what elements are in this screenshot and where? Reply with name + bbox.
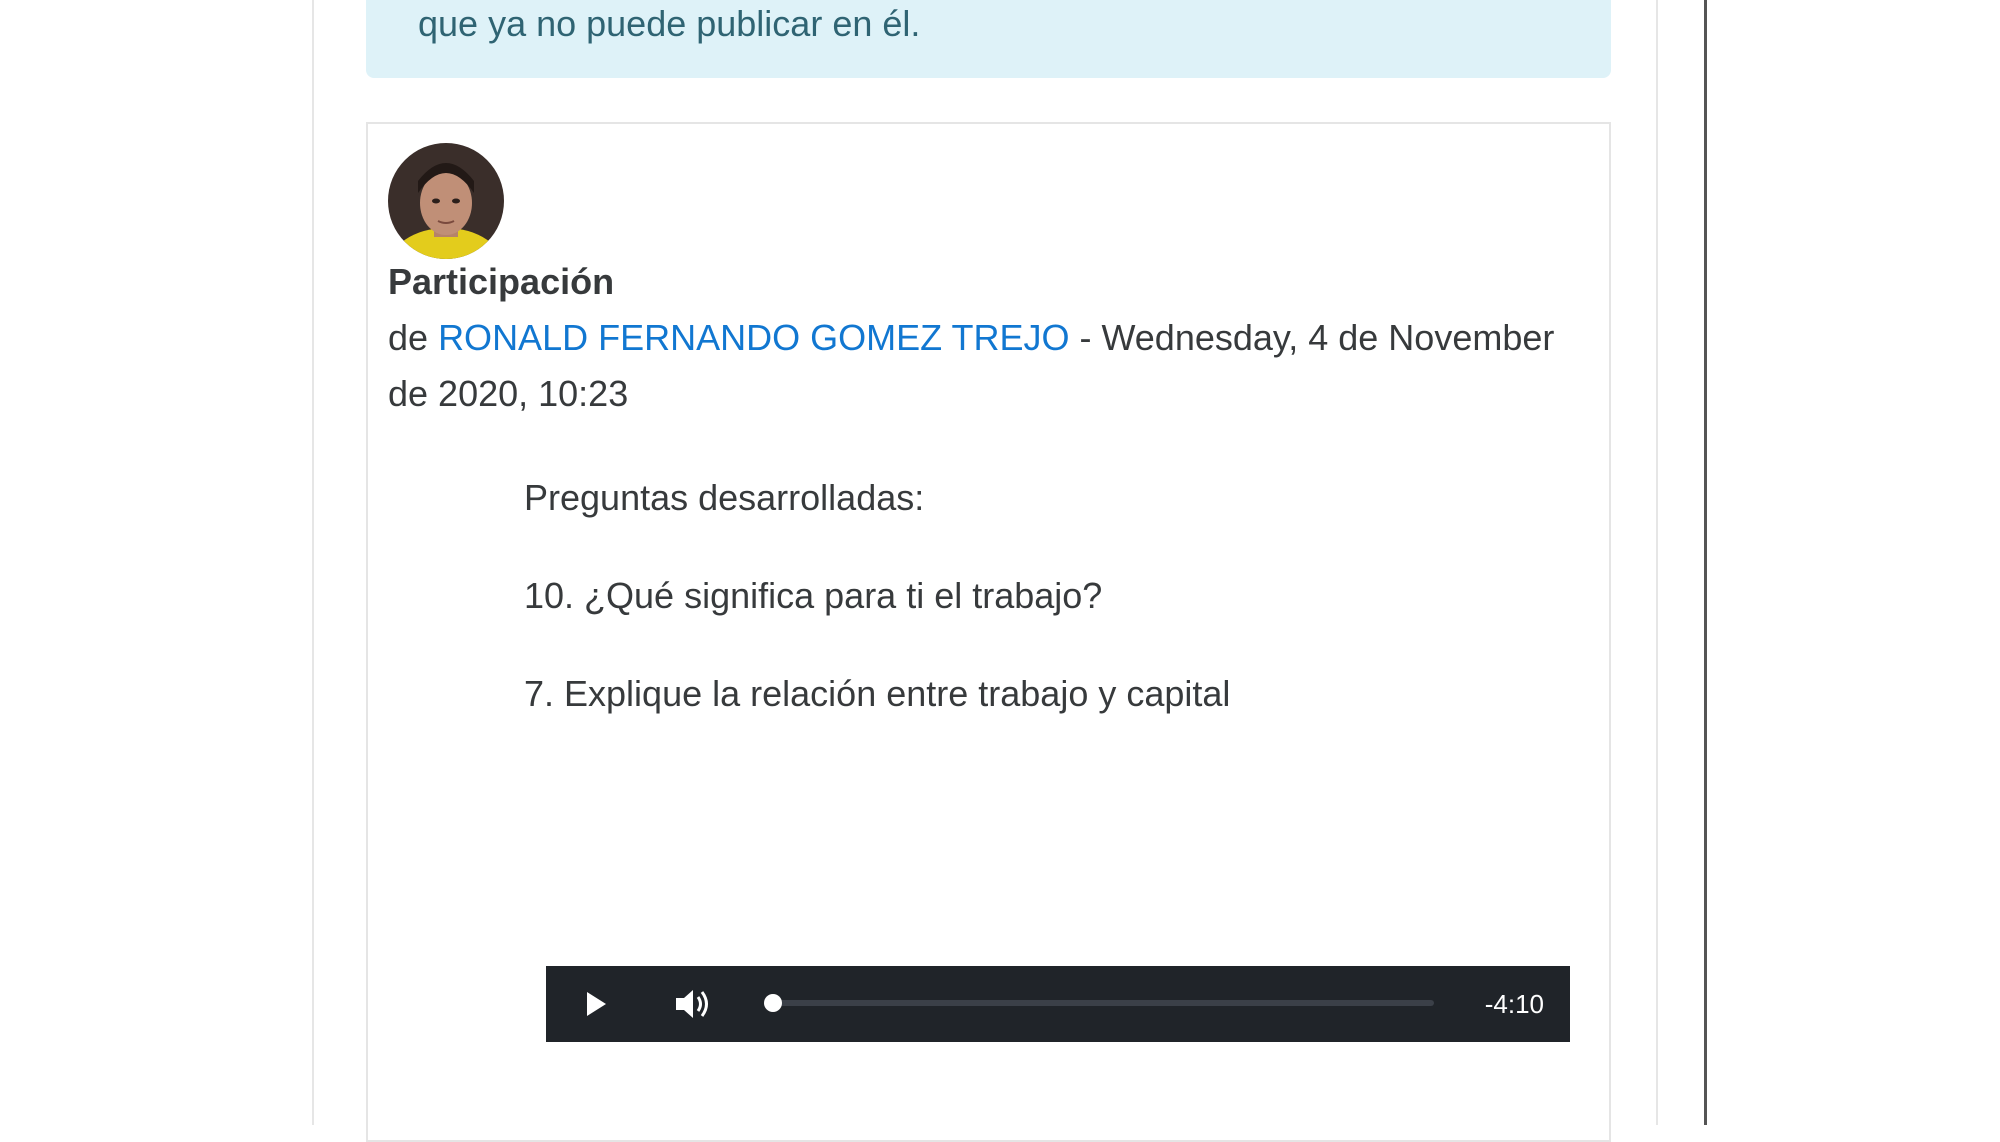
progress-handle[interactable]: [764, 994, 782, 1012]
post-paragraph: 10. ¿Qué significa para ti el trabajo?: [524, 575, 1103, 616]
play-button[interactable]: [568, 966, 624, 1042]
forum-notice: que ya no puede publicar en él.: [366, 0, 1611, 78]
author-avatar[interactable]: [388, 143, 504, 259]
avatar-image: [388, 143, 504, 259]
time-remaining: -4:10: [1484, 989, 1544, 1019]
window-edge: [1704, 0, 1707, 1125]
audio-player: -4:10: [546, 966, 1570, 1042]
post-content: Preguntas desarrolladas: 10. ¿Qué signif…: [524, 474, 1230, 768]
volume-button[interactable]: [666, 966, 722, 1042]
progress-bar[interactable]: [764, 994, 1434, 1012]
author-link[interactable]: RONALD FERNANDO GOMEZ TREJO: [438, 317, 1069, 358]
post-paragraph: 7. Explique la relación entre trabajo y …: [524, 673, 1231, 714]
forum-post: Participación de RONALD FERNANDO GOMEZ T…: [366, 122, 1611, 1142]
post-subject: Participación: [388, 261, 615, 302]
play-icon: [587, 992, 606, 1016]
volume-icon: [676, 990, 708, 1018]
post-paragraph: Preguntas desarrolladas:: [524, 477, 925, 518]
notice-text: que ya no puede publicar en él.: [418, 3, 921, 44]
byline-prefix: de: [388, 317, 429, 358]
post-byline: de RONALD FERNANDO GOMEZ TREJO - Wednesd…: [388, 310, 1588, 422]
